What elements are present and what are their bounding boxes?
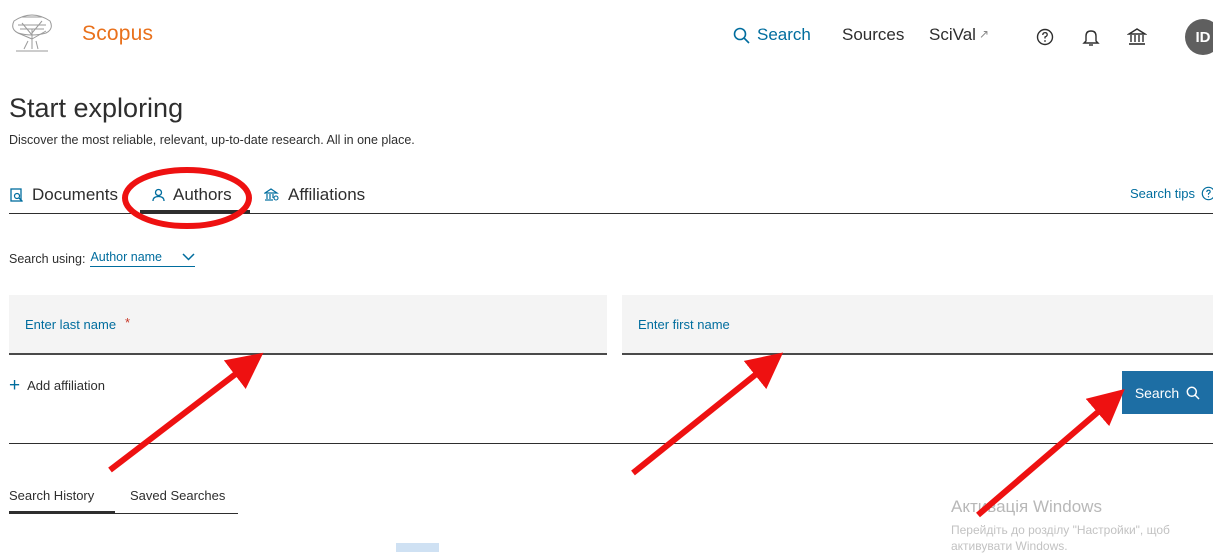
tab-documents[interactable]: Documents: [10, 185, 118, 205]
search-using: Search using: Author name: [9, 250, 196, 267]
last-name-field: [9, 295, 607, 355]
windows-activation-text: Перейдіть до розділу "Настройки", щоб ак…: [951, 522, 1170, 554]
institution-icon[interactable]: [1126, 27, 1148, 47]
tab-saved-searches[interactable]: Saved Searches: [130, 488, 225, 503]
institution-search-icon: [264, 188, 279, 201]
document-search-icon: [10, 187, 23, 202]
search-using-value: Author name: [90, 250, 163, 264]
nav-sources[interactable]: Sources: [842, 25, 904, 45]
search-button[interactable]: Search: [1122, 371, 1213, 414]
person-icon: [152, 188, 165, 202]
tabs-divider: [9, 213, 1213, 214]
windows-activation-title: Активація Windows: [951, 497, 1102, 516]
add-affiliation-button[interactable]: + Add affiliation: [9, 376, 105, 395]
chevron-down-icon: [182, 253, 195, 261]
tab-authors[interactable]: Authors: [152, 185, 232, 205]
nav-scival[interactable]: SciVal ↗: [929, 25, 989, 45]
bell-icon[interactable]: [1081, 27, 1101, 47]
tab-authors-label: Authors: [173, 185, 232, 204]
elsevier-logo[interactable]: [8, 9, 56, 53]
search-icon: [1186, 386, 1200, 400]
page-title: Start exploring: [9, 93, 184, 123]
last-name-input[interactable]: [9, 295, 607, 353]
required-mark: *: [125, 315, 131, 330]
tab-documents-label: Documents: [32, 185, 118, 204]
first-name-field: [622, 295, 1213, 355]
avatar[interactable]: ID: [1185, 19, 1213, 55]
plus-icon: +: [9, 375, 21, 396]
windows-activation-line1: Перейдіть до розділу "Настройки", щоб: [951, 523, 1170, 537]
scopus-brand[interactable]: Scopus: [82, 22, 153, 46]
nav-search[interactable]: Search: [733, 25, 811, 45]
external-link-icon: ↗: [978, 27, 989, 41]
annotation-arrow-first-name: [631, 352, 784, 476]
first-name-input[interactable]: [622, 295, 1213, 353]
active-history-tab-indicator: [9, 511, 115, 514]
add-affiliation-label: Add affiliation: [27, 378, 105, 393]
tab-search-history[interactable]: Search History: [9, 488, 94, 503]
annotation-arrow-last-name: [108, 352, 264, 473]
search-icon: [733, 27, 750, 44]
search-button-label: Search: [1134, 384, 1180, 401]
annotation-overlay: [108, 167, 1125, 518]
search-using-label: Search using:: [9, 251, 86, 266]
search-tips-link[interactable]: Search tips: [1130, 186, 1213, 201]
section-divider: [9, 443, 1213, 444]
scroll-to-top-stub[interactable]: [396, 543, 439, 552]
search-using-select[interactable]: Author name: [90, 250, 196, 267]
search-tips-label: Search tips: [1130, 186, 1196, 201]
nav-search-label: Search: [757, 25, 811, 44]
help-icon[interactable]: [1035, 27, 1055, 47]
tab-affiliations[interactable]: Affiliations: [264, 185, 365, 205]
nav-scival-label: SciVal: [929, 25, 976, 44]
page-subtitle: Discover the most reliable, relevant, up…: [9, 133, 415, 147]
tab-affiliations-label: Affiliations: [288, 185, 366, 204]
help-circle-icon: [1201, 186, 1213, 201]
